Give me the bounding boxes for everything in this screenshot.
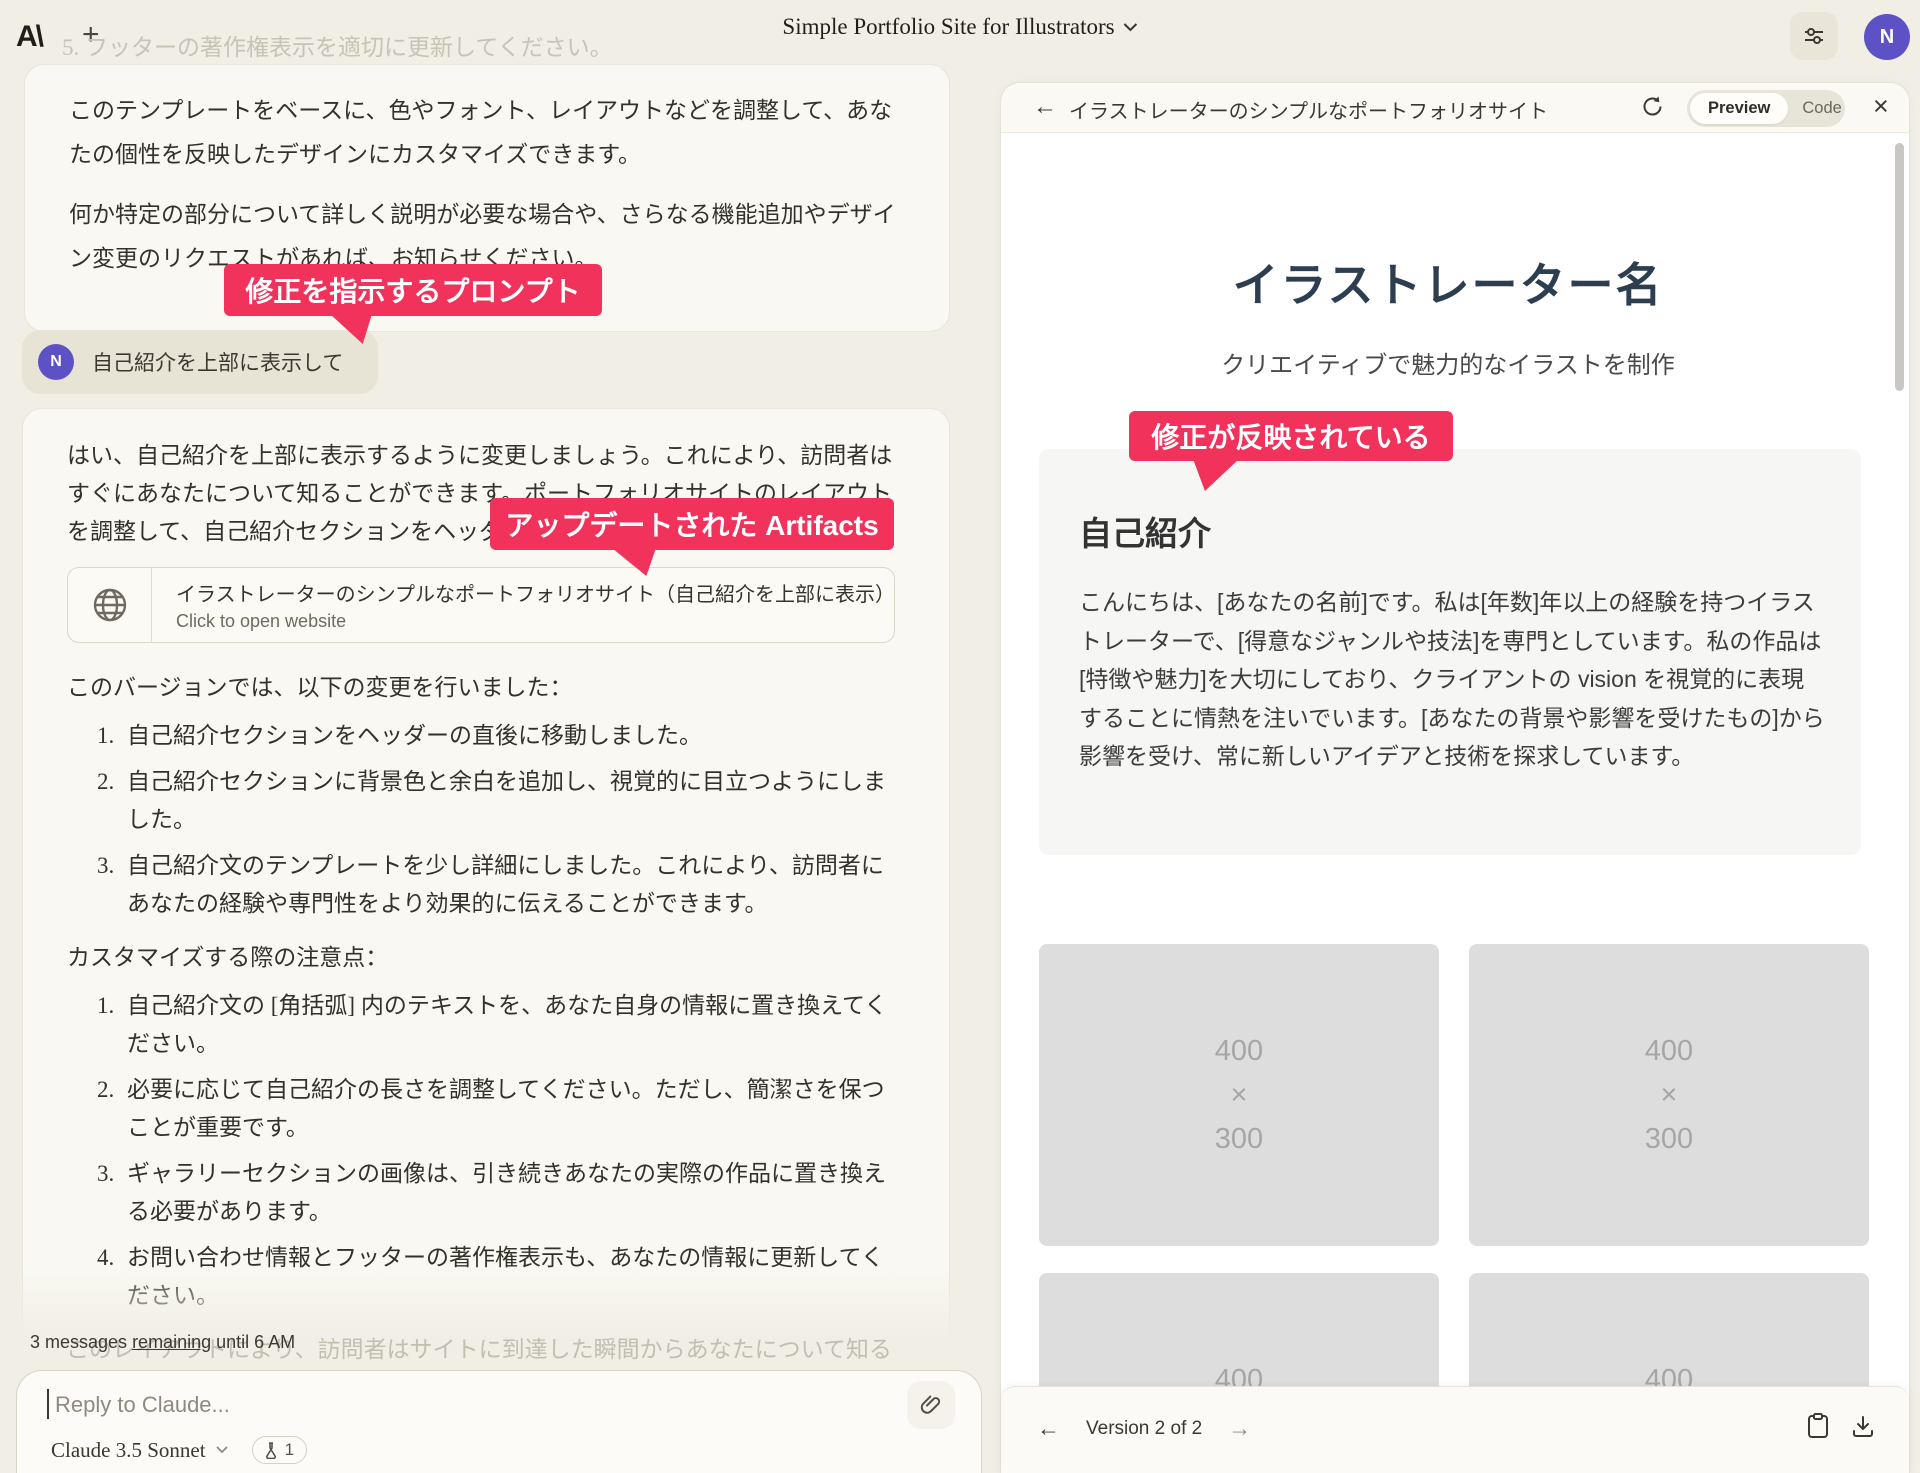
- user-message-text: 自己紹介を上部に表示して: [92, 347, 343, 377]
- list-item: 1.自己紹介セクションをヘッダーの直後に移動しました。: [97, 717, 905, 755]
- user-message: N 自己紹介を上部に表示して: [22, 330, 378, 394]
- beaker-icon: [265, 1442, 279, 1459]
- artifact-panel: ← イラストレーターのシンプルなポートフォリオサイト Preview Code …: [1000, 82, 1910, 1473]
- gallery-placeholder-image: 400 × 300: [1039, 944, 1439, 1246]
- feature-preview-pill[interactable]: 1: [252, 1436, 307, 1464]
- annotation-artifact-callout: アップデートされた Artifacts: [490, 498, 894, 550]
- text-caret: [47, 1389, 49, 1419]
- reply-input[interactable]: Reply to Claude...: [55, 1392, 230, 1418]
- assistant-paragraph: このテンプレートをベースに、色やフォント、レイアウトなどを調整して、あなたの個性…: [69, 89, 905, 177]
- placeholder-height: 300: [1645, 1117, 1693, 1161]
- user-avatar[interactable]: N: [1864, 14, 1910, 60]
- message-limit-note: 3 messages remaining until 6 AM: [30, 1332, 295, 1353]
- list-item: 2.必要に応じて自己紹介の長さを調整してください。ただし、簡潔さを保つことが重要…: [97, 1071, 905, 1147]
- list-item: 3.ギャラリーセクションの画像は、引き続きあなたの実際の作品に置き換える必要があ…: [97, 1155, 905, 1231]
- artifact-link-card[interactable]: イラストレーターのシンプルなポートフォリオサイト（自己紹介を上部に表示） Cli…: [67, 567, 895, 643]
- list-item: 2.自己紹介セクションに背景色と余白を追加し、視覚的に目立つようにしました。: [97, 763, 905, 839]
- preview-code-toggle: Preview Code: [1687, 90, 1845, 127]
- tab-code[interactable]: Code: [1788, 99, 1855, 118]
- artifact-subtitle: Click to open website: [176, 611, 894, 632]
- next-version-button[interactable]: →: [1228, 1415, 1251, 1442]
- notes-intro: カスタマイズする際の注意点：: [67, 939, 905, 977]
- placeholder-width: 400: [1645, 1358, 1693, 1386]
- remaining-link[interactable]: remaining: [132, 1332, 211, 1352]
- globe-icon: [91, 586, 129, 624]
- version-label: Version 2 of 2: [1086, 1418, 1202, 1440]
- list-item: 3.自己紹介文のテンプレートを少し詳細にしました。これにより、訪問者にあなたの経…: [97, 847, 905, 923]
- artifact-panel-title: イラストレーターのシンプルなポートフォリオサイト: [1069, 95, 1548, 124]
- notes-list: 1.自己紹介文の [角括弧] 内のテキストを、あなた自身の情報に置き換えてくださ…: [97, 987, 905, 1315]
- settings-button[interactable]: [1790, 12, 1838, 60]
- scrolled-previous-text: 5. フッターの著作権表示を適切に更新してください。: [62, 28, 613, 62]
- gallery-placeholder-image: 400 × 300: [1469, 944, 1869, 1246]
- changes-intro: このバージョンでは、以下の変更を行いました：: [67, 669, 905, 707]
- sliders-icon: [1802, 24, 1826, 48]
- site-tagline: クリエイティブで魅力的なイラストを制作: [1001, 345, 1895, 380]
- model-selector[interactable]: Claude 3.5 Sonnet: [51, 1438, 206, 1463]
- panel-scrollbar[interactable]: [1895, 143, 1904, 391]
- site-preview: イラストレーター名 クリエイティブで魅力的なイラストを制作 修正が反映されている…: [1001, 133, 1909, 1386]
- placeholder-width: 400: [1215, 1358, 1263, 1386]
- artifact-panel-header: ← イラストレーターのシンプルなポートフォリオサイト Preview Code …: [1001, 83, 1909, 133]
- artifact-title: イラストレーターのシンプルなポートフォリオサイト（自己紹介を上部に表示）: [176, 578, 894, 607]
- artifact-panel-footer: ← Version 2 of 2 →: [1001, 1386, 1909, 1473]
- chevron-down-icon: [1124, 23, 1138, 32]
- previous-version-button[interactable]: ←: [1037, 1415, 1060, 1442]
- conversation-title-menu[interactable]: Simple Portfolio Site for Illustrators: [782, 14, 1137, 40]
- user-avatar-small: N: [38, 344, 74, 380]
- app-window: A\ + Simple Portfolio Site for Illustrat…: [0, 0, 1920, 1473]
- download-button[interactable]: [1851, 1414, 1875, 1438]
- attach-button[interactable]: [907, 1381, 955, 1429]
- copy-button[interactable]: [1807, 1413, 1829, 1439]
- chevron-down-icon: [216, 1446, 228, 1454]
- annotation-prompt-callout: 修正を指示するプロンプト: [224, 264, 602, 316]
- changes-list: 1.自己紹介セクションをヘッダーの直後に移動しました。 2.自己紹介セクションに…: [97, 717, 905, 923]
- refresh-icon: [1641, 95, 1664, 118]
- placeholder-width: 400: [1645, 1029, 1693, 1073]
- site-hero-title: イラストレーター名: [1001, 249, 1895, 315]
- close-panel-button[interactable]: ×: [1873, 91, 1889, 122]
- placeholder-times: ×: [1215, 1073, 1263, 1117]
- site-about-section: 自己紹介 こんにちは、[あなたの名前]です。私は[年数]年以上の経験を持つイラス…: [1039, 449, 1861, 855]
- paperclip-icon: [919, 1393, 943, 1417]
- placeholder-height: 300: [1215, 1117, 1263, 1161]
- tab-preview[interactable]: Preview: [1690, 93, 1788, 124]
- clipboard-icon: [1807, 1413, 1829, 1439]
- back-button[interactable]: ←: [1033, 93, 1057, 121]
- refresh-button[interactable]: [1641, 95, 1664, 118]
- site-about-heading: 自己紹介: [1079, 507, 1821, 555]
- annotation-applied-callout: 修正が反映されている: [1129, 411, 1453, 461]
- site-about-text: こんにちは、[あなたの名前]です。私は[年数]年以上の経験を持つイラストレーター…: [1079, 583, 1827, 776]
- gallery-placeholder-image: 400 × 300: [1469, 1273, 1869, 1386]
- composer: Reply to Claude... Claude 3.5 Sonnet 1: [16, 1370, 982, 1473]
- placeholder-times: ×: [1645, 1073, 1693, 1117]
- beaker-count: 1: [285, 1440, 294, 1460]
- placeholder-width: 400: [1215, 1029, 1263, 1073]
- conversation-title: Simple Portfolio Site for Illustrators: [782, 14, 1114, 40]
- list-item: 1.自己紹介文の [角括弧] 内のテキストを、あなた自身の情報に置き換えてくださ…: [97, 987, 905, 1063]
- gallery-placeholder-image: 400 × 300: [1039, 1273, 1439, 1386]
- claude-logo-icon[interactable]: A\: [16, 20, 42, 54]
- download-icon: [1851, 1414, 1875, 1438]
